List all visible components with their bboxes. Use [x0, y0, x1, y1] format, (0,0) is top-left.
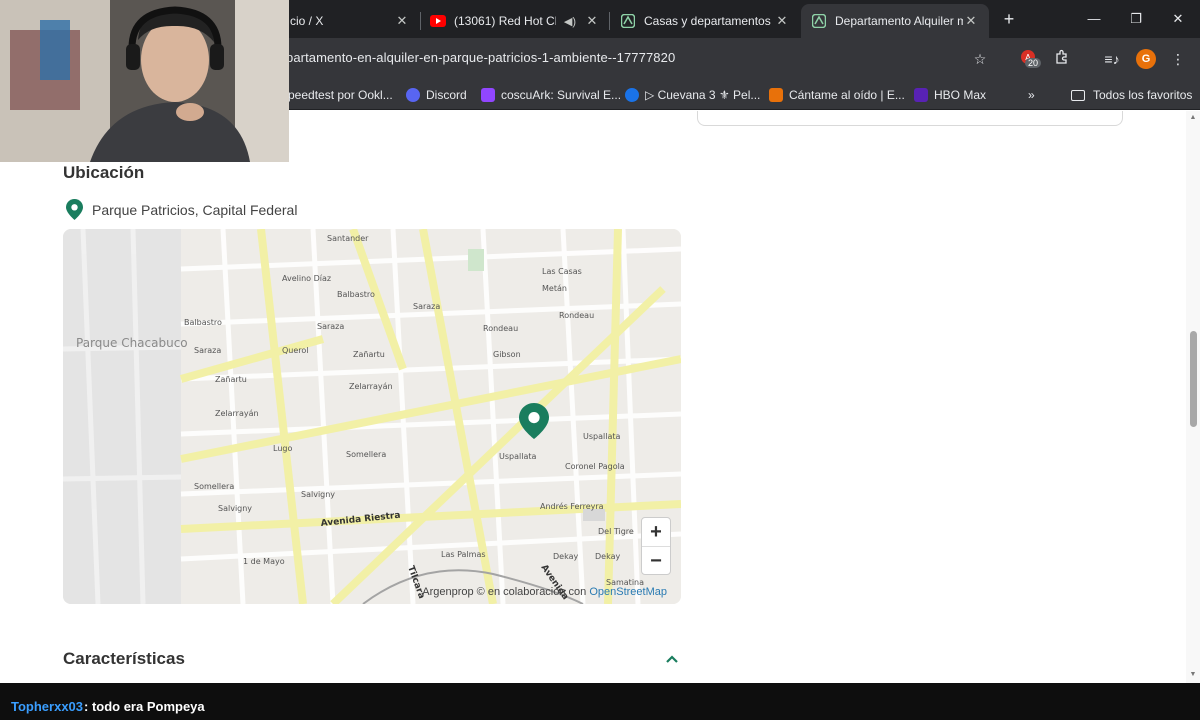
- stream-chat-bar: Topherxx03 : todo era Pompeya: [0, 683, 1200, 720]
- svg-text:Santander: Santander: [327, 234, 369, 243]
- bookmarks-overflow-button[interactable]: »: [1028, 87, 1035, 103]
- svg-text:Zañartu: Zañartu: [215, 375, 247, 384]
- svg-text:1 de Mayo: 1 de Mayo: [243, 557, 285, 566]
- svg-text:Dekay: Dekay: [595, 552, 620, 561]
- bookmark-hbo[interactable]: HBO Max: [914, 87, 986, 103]
- bookmark-cuevana[interactable]: ▷ Cuevana 3 ⚜ Pel...: [625, 87, 760, 103]
- svg-text:Balbastro: Balbastro: [337, 290, 375, 299]
- tab-youtube[interactable]: (13061) Red Hot Chil ◀) ✕: [420, 4, 610, 38]
- svg-text:Del Tigre: Del Tigre: [598, 527, 634, 536]
- menu-kebab-icon[interactable]: ⋮: [1168, 49, 1188, 69]
- svg-text:Lugo: Lugo: [273, 444, 292, 453]
- svg-text:Dekay: Dekay: [553, 552, 578, 561]
- map-area-label: Parque Chacabuco: [76, 336, 188, 350]
- svg-text:Saraza: Saraza: [317, 322, 344, 331]
- scroll-up-arrow-icon[interactable]: ▲: [1189, 114, 1197, 121]
- cuevana-icon: [625, 88, 639, 102]
- svg-text:Rondeau: Rondeau: [483, 324, 518, 333]
- argenprop-icon: [620, 13, 636, 29]
- address-bar-url[interactable]: partamento-en-alquiler-en-parque-patrici…: [286, 50, 675, 65]
- browser-window: cio / X ✕ (13061) Red Hot Chil ◀) ✕ Casa…: [0, 0, 1200, 720]
- svg-text:Uspallata: Uspallata: [583, 432, 620, 441]
- svg-text:Salvigny: Salvigny: [301, 490, 335, 499]
- new-tab-button[interactable]: +: [998, 8, 1020, 30]
- location-row: Parque Patricios, Capital Federal: [66, 199, 297, 220]
- tab-title: Casas y departamentos e: [644, 14, 774, 28]
- previous-card-bottom: [697, 111, 1123, 126]
- close-icon[interactable]: ✕: [584, 13, 600, 29]
- scroll-thumb[interactable]: [1190, 331, 1197, 427]
- svg-text:Somellera: Somellera: [194, 482, 234, 491]
- discord-icon: [406, 88, 420, 102]
- tab-title: cio / X: [290, 14, 324, 28]
- svg-text:Salvigny: Salvigny: [218, 504, 252, 513]
- bookmark-discord[interactable]: Discord: [406, 87, 467, 103]
- scroll-down-arrow-icon[interactable]: ▼: [1189, 671, 1197, 678]
- svg-text:Rondeau: Rondeau: [559, 311, 594, 320]
- ubicacion-heading: Ubicación: [63, 163, 145, 182]
- svg-text:Coronel Pagola: Coronel Pagola: [565, 462, 625, 471]
- tab-title: Departamento Alquiler m: [835, 14, 963, 28]
- svg-text:Las Palmas: Las Palmas: [441, 550, 486, 559]
- youtube-icon: [430, 13, 446, 29]
- map-zoom-control: + −: [641, 517, 671, 575]
- w-icon: [769, 88, 783, 102]
- close-icon[interactable]: ✕: [963, 13, 979, 29]
- bookmark-speedtest[interactable]: peedtest por Ookl...: [288, 87, 393, 103]
- svg-text:Uspallata: Uspallata: [499, 452, 536, 461]
- map-marker-icon[interactable]: [519, 403, 549, 444]
- chat-username: Topherxx03: [11, 699, 84, 714]
- tab-title: (13061) Red Hot Chil: [454, 14, 556, 28]
- svg-text:Gibson: Gibson: [493, 350, 521, 359]
- argenprop-icon: [811, 13, 827, 29]
- location-map[interactable]: Santander Avelino Díaz Balbastro Balbast…: [63, 229, 681, 604]
- svg-text:Querol: Querol: [282, 346, 309, 355]
- minimize-button[interactable]: —: [1079, 8, 1109, 30]
- svg-text:Metán: Metán: [542, 284, 567, 293]
- speaker-icon[interactable]: ◀): [564, 15, 576, 28]
- extension-badge: 20: [1025, 58, 1042, 68]
- maximize-button[interactable]: ❐: [1121, 8, 1151, 30]
- hbo-icon: [914, 88, 928, 102]
- tab-departamento-active[interactable]: Departamento Alquiler m ✕: [801, 4, 989, 38]
- bookmark-cantame[interactable]: Cántame al oído | E...: [769, 87, 905, 103]
- svg-text:Zañartu: Zañartu: [353, 350, 385, 359]
- close-icon[interactable]: ✕: [774, 13, 790, 29]
- svg-text:Andrés Ferreyra: Andrés Ferreyra: [540, 501, 604, 511]
- tab-x[interactable]: cio / X ✕: [280, 4, 420, 38]
- chevron-up-icon[interactable]: [665, 651, 679, 667]
- openstreetmap-link[interactable]: OpenStreetMap: [589, 586, 667, 598]
- chat-message: : todo era Pompeya: [84, 699, 205, 714]
- close-window-button[interactable]: ✕: [1163, 8, 1193, 30]
- webcam-overlay: [0, 0, 289, 162]
- zoom-in-button[interactable]: +: [642, 518, 670, 546]
- bookmark-coscu[interactable]: coscuArk: Survival E...: [481, 87, 621, 103]
- svg-text:Las Casas: Las Casas: [542, 267, 582, 276]
- twitch-icon: [481, 88, 495, 102]
- media-control-icon[interactable]: ≡♪: [1102, 49, 1122, 69]
- svg-text:Saraza: Saraza: [194, 346, 221, 355]
- location-pin-icon: [66, 199, 83, 220]
- page-scrollbar[interactable]: ▲ ▼: [1186, 111, 1200, 683]
- folder-icon: [1071, 89, 1085, 101]
- svg-text:Somellera: Somellera: [346, 450, 386, 459]
- close-icon[interactable]: ✕: [394, 13, 410, 29]
- svg-text:Avelino Díaz: Avelino Díaz: [282, 274, 331, 283]
- svg-text:Balbastro: Balbastro: [184, 318, 222, 327]
- location-text: Parque Patricios, Capital Federal: [92, 201, 298, 218]
- all-bookmarks-folder[interactable]: Todos los favoritos: [1071, 87, 1192, 103]
- map-tiles[interactable]: Santander Avelino Díaz Balbastro Balbast…: [63, 229, 681, 604]
- avatar[interactable]: G: [1136, 49, 1156, 69]
- puzzle-icon[interactable]: [1052, 49, 1072, 69]
- svg-text:Zelarrayán: Zelarrayán: [215, 409, 259, 418]
- caracteristicas-heading[interactable]: Características: [63, 649, 185, 669]
- zoom-out-button[interactable]: −: [642, 546, 670, 574]
- tab-casas[interactable]: Casas y departamentos e ✕: [610, 4, 800, 38]
- svg-text:Saraza: Saraza: [413, 302, 440, 311]
- map-attribution: Argenprop © en colaboración con OpenStre…: [422, 586, 667, 598]
- bookmark-star-icon[interactable]: ☆: [970, 49, 990, 69]
- svg-text:Zelarrayán: Zelarrayán: [349, 382, 393, 391]
- page-content: Ubicación Parque Patricios, Capital Fede…: [0, 111, 1200, 683]
